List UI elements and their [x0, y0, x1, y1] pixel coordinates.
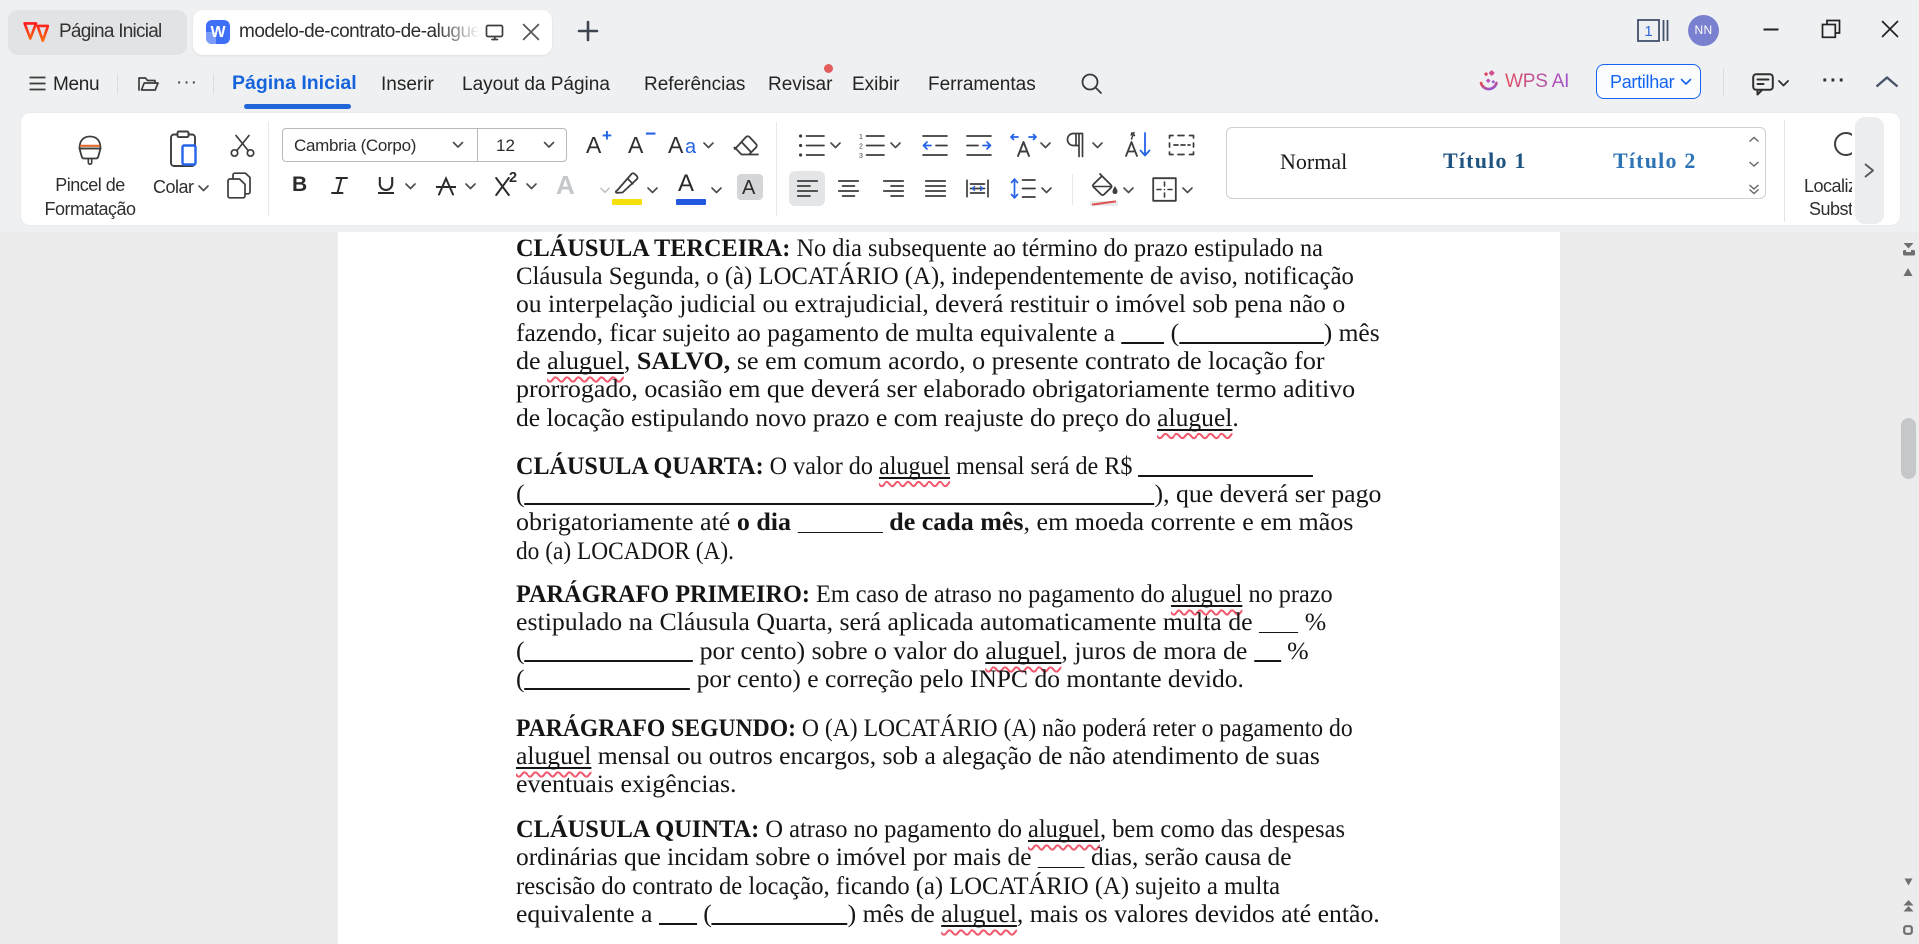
svg-text:3: 3	[859, 153, 863, 158]
svg-text:2: 2	[859, 144, 863, 151]
svg-text:1: 1	[1644, 23, 1652, 40]
svg-text:1: 1	[859, 134, 863, 141]
